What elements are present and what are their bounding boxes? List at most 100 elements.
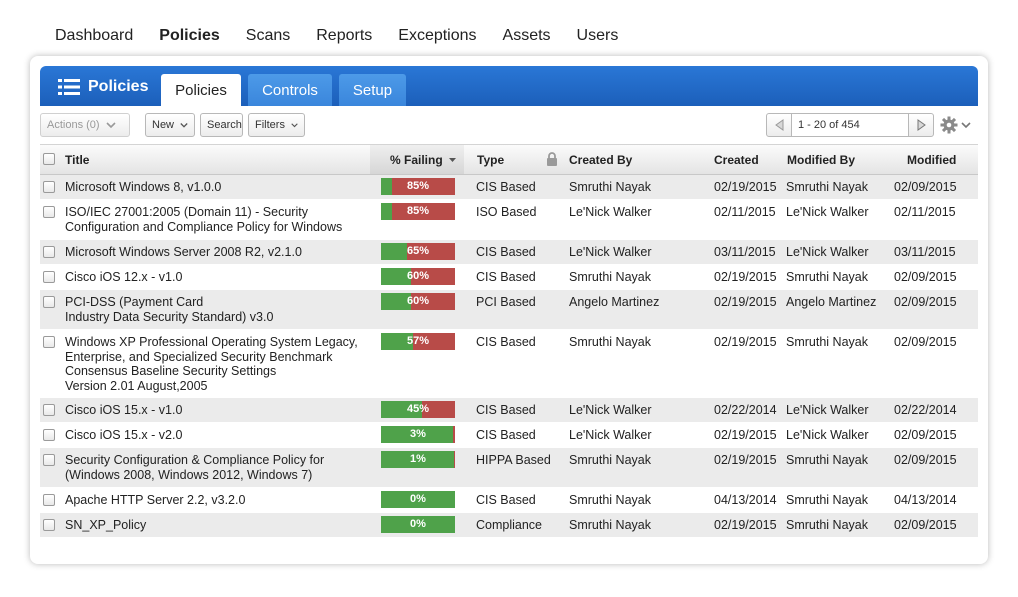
created-by: Le'Nick Walker [569, 245, 652, 259]
column-header-type[interactable]: Type [477, 153, 504, 167]
table-row[interactable]: Microsoft Windows 8, v1.0.0 85% CIS Based S… [40, 175, 978, 200]
policy-title[interactable]: Cisco iOS 15.x - v2.0 [65, 428, 370, 443]
created-date: 02/19/2015 [714, 295, 777, 309]
row-checkbox[interactable] [43, 336, 55, 348]
policy-type: CIS Based [476, 403, 536, 417]
created-date: 02/19/2015 [714, 335, 777, 349]
policy-title[interactable]: SN_XP_Policy [65, 518, 370, 533]
filters-button[interactable]: Filters [248, 113, 305, 137]
page-range-input[interactable] [792, 113, 908, 137]
filters-label: Filters [255, 119, 285, 131]
created-date: 02/19/2015 [714, 180, 777, 194]
failing-bar: 57% [381, 333, 455, 350]
row-checkbox[interactable] [43, 296, 55, 308]
policy-title[interactable]: Security Configuration & Compliance Poli… [65, 453, 370, 482]
policy-title[interactable]: ISO/IEC 27001:2005 (Domain 11) - Securit… [65, 205, 370, 234]
created-date: 03/11/2015 [714, 245, 776, 259]
policy-title[interactable]: Cisco iOS 15.x - v1.0 [65, 403, 370, 418]
failing-percent: 85% [406, 205, 430, 217]
chevron-down-icon [106, 121, 116, 128]
modified-by: Le'Nick Walker [786, 403, 869, 417]
table-row[interactable]: Cisco iOS 15.x - v2.0 3% CIS Based Le'Nick … [40, 423, 978, 448]
row-checkbox[interactable] [43, 246, 55, 258]
column-header-failing[interactable]: % Failing [390, 153, 457, 167]
top-nav: Dashboard Policies Scans Reports Exceptions A… [55, 26, 644, 48]
failing-percent: 57% [406, 335, 430, 347]
policy-type: CIS Based [476, 270, 536, 284]
column-header-created-by[interactable]: Created By [569, 153, 632, 167]
row-checkbox[interactable] [43, 404, 55, 416]
policy-title[interactable]: Windows XP Professional Operating System… [65, 335, 370, 393]
created-by: Smruthi Nayak [569, 518, 651, 532]
actions-label: Actions (0) [47, 119, 100, 131]
modified-date: 02/22/2014 [894, 403, 957, 417]
nav-policies[interactable]: Policies [159, 26, 219, 48]
table-row[interactable]: Apache HTTP Server 2.2, v3.2.0 0% CIS Base… [40, 488, 978, 513]
list-icon [58, 79, 80, 95]
created-by: Le'Nick Walker [569, 403, 652, 417]
pagination [766, 113, 934, 137]
previous-page-button[interactable] [766, 113, 792, 137]
failing-bar: 1% [381, 451, 455, 468]
modified-date: 02/09/2015 [894, 335, 957, 349]
column-header-title[interactable]: Title [65, 153, 89, 167]
nav-reports[interactable]: Reports [316, 26, 372, 48]
policy-title[interactable]: Microsoft Windows 8, v1.0.0 [65, 180, 370, 195]
tab-controls[interactable]: Controls [248, 74, 332, 106]
column-header-created[interactable]: Created [714, 153, 759, 167]
row-checkbox[interactable] [43, 519, 55, 531]
row-checkbox[interactable] [43, 454, 55, 466]
policies-table: Title % Failing Type Created By Created … [40, 144, 978, 538]
table-header: Title % Failing Type Created By Created … [40, 144, 978, 175]
table-row[interactable]: Windows XP Professional Operating System… [40, 330, 978, 398]
row-checkbox[interactable] [43, 494, 55, 506]
policy-title[interactable]: Apache HTTP Server 2.2, v3.2.0 [65, 493, 370, 508]
next-page-button[interactable] [908, 113, 934, 137]
column-header-modified[interactable]: Modified [907, 153, 956, 167]
table-row[interactable]: SN_XP_Policy 0% Compliance Smruthi Nayak 02/… [40, 513, 978, 538]
failing-bar: 0% [381, 516, 455, 533]
select-all-checkbox[interactable] [43, 153, 55, 165]
tab-policies[interactable]: Policies [161, 74, 241, 106]
policy-type: Compliance [476, 518, 543, 532]
table-row[interactable]: ISO/IEC 27001:2005 (Domain 11) - Securit… [40, 200, 978, 240]
table-body: Microsoft Windows 8, v1.0.0 85% CIS Based S… [40, 175, 978, 538]
panel-title: Policies [88, 78, 149, 95]
created-by: Le'Nick Walker [569, 428, 652, 442]
failing-bar: 60% [381, 268, 455, 285]
nav-exceptions[interactable]: Exceptions [398, 26, 476, 48]
modified-date: 03/11/2015 [894, 245, 956, 259]
table-row[interactable]: PCI-DSS (Payment Card Industry Data Secu… [40, 290, 978, 330]
nav-dashboard[interactable]: Dashboard [55, 26, 133, 48]
nav-scans[interactable]: Scans [246, 26, 290, 48]
table-row[interactable]: Cisco iOS 15.x - v1.0 45% CIS Based Le'Nick… [40, 398, 978, 423]
created-date: 02/11/2015 [714, 205, 776, 219]
policy-title[interactable]: PCI-DSS (Payment Card Industry Data Secu… [65, 295, 370, 324]
table-row[interactable]: Security Configuration & Compliance Poli… [40, 448, 978, 488]
tab-setup[interactable]: Setup [339, 74, 406, 106]
created-by: Smruthi Nayak [569, 453, 651, 467]
new-button[interactable]: New [145, 113, 195, 137]
created-date: 02/22/2014 [714, 403, 777, 417]
settings-menu[interactable] [940, 116, 971, 134]
column-header-modified-by[interactable]: Modified By [787, 153, 855, 167]
chevron-down-icon [961, 121, 971, 128]
table-row[interactable]: Microsoft Windows Server 2008 R2, v2.1.0… [40, 240, 978, 265]
actions-button[interactable]: Actions (0) [40, 113, 130, 137]
policy-type: CIS Based [476, 428, 536, 442]
policy-type: ISO Based [476, 205, 537, 219]
row-checkbox[interactable] [43, 271, 55, 283]
row-checkbox[interactable] [43, 181, 55, 193]
row-checkbox[interactable] [43, 429, 55, 441]
nav-assets[interactable]: Assets [503, 26, 551, 48]
modified-by: Le'Nick Walker [786, 428, 869, 442]
policy-type: CIS Based [476, 335, 536, 349]
policy-title[interactable]: Cisco iOS 12.x - v1.0 [65, 270, 370, 285]
nav-users[interactable]: Users [577, 26, 619, 48]
table-row[interactable]: Cisco iOS 12.x - v1.0 60% CIS Based Smruthi… [40, 265, 978, 290]
policy-title[interactable]: Microsoft Windows Server 2008 R2, v2.1.0 [65, 245, 370, 260]
row-checkbox[interactable] [43, 206, 55, 218]
search-button[interactable]: Search [200, 113, 243, 137]
triangle-left-icon [774, 119, 783, 131]
created-by: Smruthi Nayak [569, 493, 651, 507]
